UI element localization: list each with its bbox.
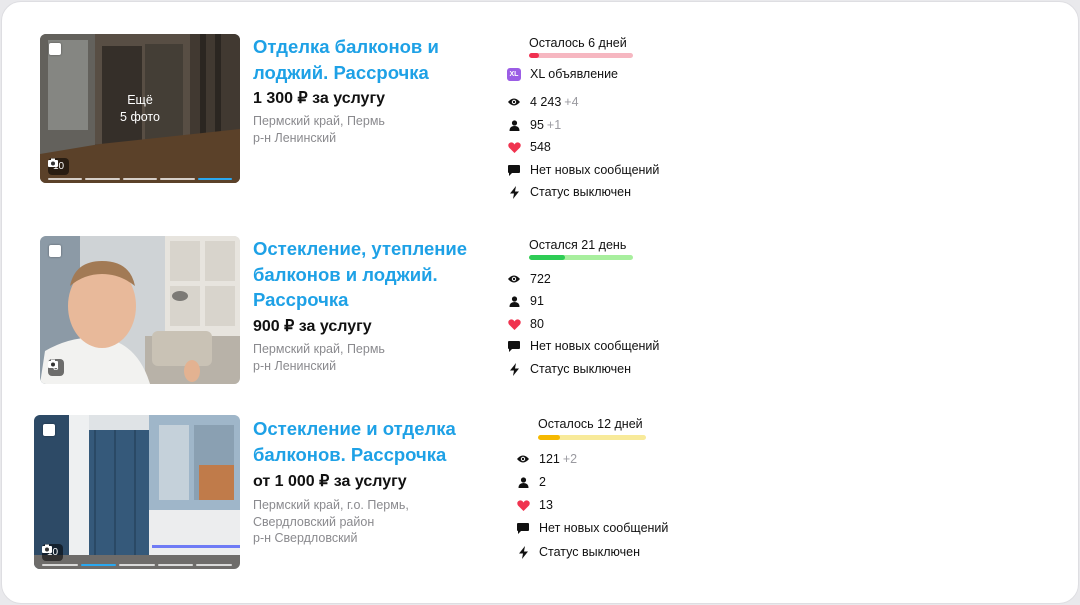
remaining-days: Осталось 12 дней bbox=[538, 417, 643, 431]
status-stat[interactable]: Статус выключен bbox=[516, 545, 640, 559]
listing-title[interactable]: Остекление и отделка балконов. Рассрочка bbox=[253, 416, 456, 467]
listing-title-line: Остекление и отделка bbox=[253, 418, 456, 439]
address-line: Свердловский район bbox=[253, 514, 375, 529]
chat-bubble-icon bbox=[517, 522, 529, 534]
favorites-stat: 13 bbox=[516, 498, 553, 512]
favorites-count: 13 bbox=[539, 498, 553, 512]
listing-address: Пермский край, г.о. Пермь, Свердловский … bbox=[253, 497, 409, 547]
messages-label: Нет новых сообщений bbox=[539, 521, 669, 535]
listing-title-line: балконов. Рассрочка bbox=[253, 443, 447, 465]
select-checkbox[interactable] bbox=[43, 424, 55, 436]
contacts-count: 2 bbox=[539, 475, 546, 489]
address-line: р-н Свердловский bbox=[253, 531, 358, 545]
remaining-progress-fill bbox=[538, 435, 560, 440]
listings-panel: Ещё 5 фото 10 Отделка балконов и лоджий.… bbox=[1, 1, 1079, 604]
listing-price: от 1 000 ₽ за услугу bbox=[253, 473, 407, 490]
remaining-progress-bar bbox=[538, 435, 646, 440]
camera-icon bbox=[42, 544, 52, 553]
messages-stat[interactable]: Нет новых сообщений bbox=[516, 521, 668, 535]
views-delta: +2 bbox=[562, 452, 578, 466]
person-icon bbox=[518, 476, 528, 488]
lightning-icon bbox=[518, 545, 528, 559]
eye-icon bbox=[517, 455, 529, 463]
views-stat: 121 +2 bbox=[516, 452, 577, 466]
photo-count-badge: 10 bbox=[42, 544, 64, 561]
heart-icon bbox=[516, 499, 530, 511]
photo-pagination[interactable] bbox=[42, 564, 232, 566]
views-count: 121 bbox=[539, 452, 560, 466]
status-label: Статус выключен bbox=[539, 545, 640, 559]
address-line: Пермский край, г.о. Пермь, bbox=[253, 498, 409, 512]
contacts-stat: 2 bbox=[516, 475, 546, 489]
listing-photo[interactable]: 10 bbox=[34, 415, 240, 569]
glazed-balcony-image bbox=[34, 415, 240, 569]
listing-card: 10 Остекление и отделка балконов. Рассро… bbox=[2, 2, 1078, 602]
